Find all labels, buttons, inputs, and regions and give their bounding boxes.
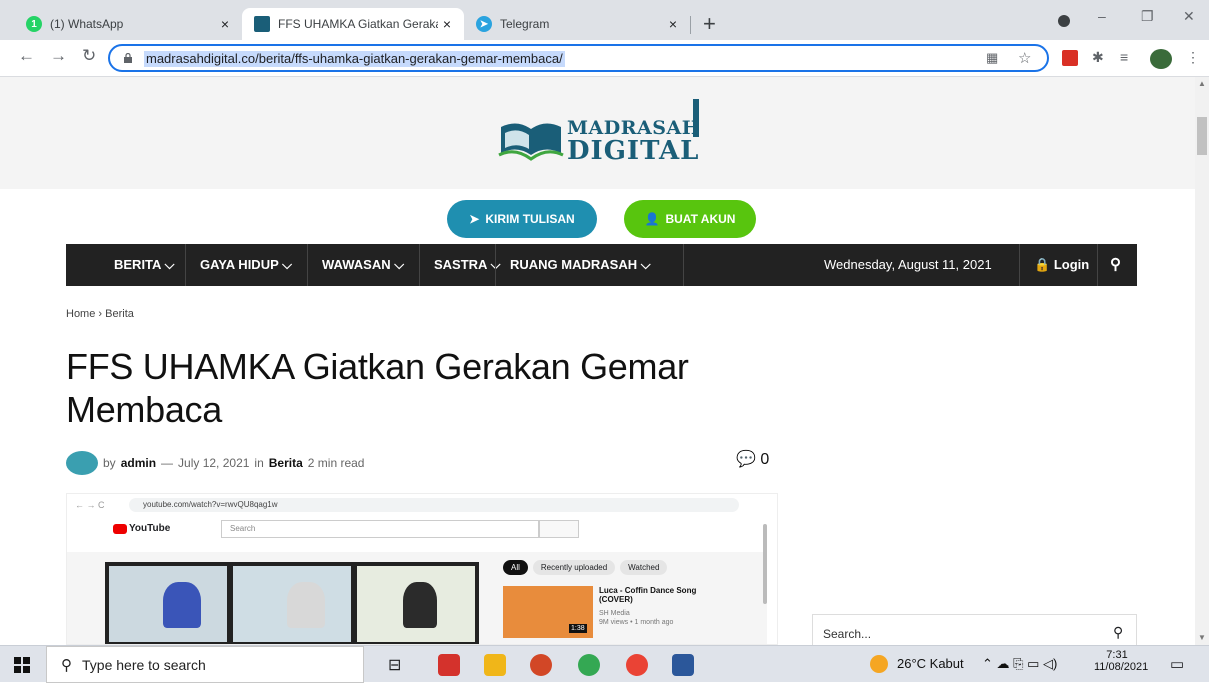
avatar[interactable] xyxy=(1150,49,1172,69)
weather-text[interactable]: 26°C Kabut xyxy=(897,656,964,671)
sidebar-search[interactable]: Search... ⚲ xyxy=(812,614,1137,645)
recommended-title: Luca - Coffin Dance Song (COVER) xyxy=(599,586,697,604)
user-plus-icon: 👤 xyxy=(644,212,660,226)
tab-separator xyxy=(690,16,691,34)
nav-item-gaya-hidup[interactable]: GAYA HIDUP ⌵ xyxy=(200,244,292,286)
bookmark-star-icon[interactable]: ☆ xyxy=(1018,49,1031,67)
nav-item-sastra[interactable]: SASTRA ⌵ xyxy=(434,244,500,286)
taskbar-search[interactable]: ⚲ Type here to search xyxy=(46,646,364,683)
lock-icon xyxy=(124,53,132,63)
current-date: Wednesday, August 11, 2021 xyxy=(824,257,992,272)
task-view-icon[interactable]: ⊟ xyxy=(388,655,401,675)
profile-icon[interactable] xyxy=(1058,15,1070,27)
category-link[interactable]: Berita xyxy=(269,456,303,470)
acrobat-icon[interactable] xyxy=(438,654,460,676)
extension-icon[interactable] xyxy=(1062,50,1078,66)
create-account-button[interactable]: 👤 BUAT AKUN xyxy=(624,200,756,238)
browser-toolbar: ← → ↻ madrasahdigital.co/berita/ffs-uham… xyxy=(0,40,1209,77)
page-scrollbar[interactable]: ▲ ▼ xyxy=(1195,77,1209,645)
site-logo[interactable]: MADRASAH DIGITAL xyxy=(497,99,709,166)
back-icon[interactable]: ← xyxy=(18,46,35,66)
word-icon[interactable] xyxy=(672,654,694,676)
breadcrumb-current[interactable]: Berita xyxy=(105,308,134,320)
address-bar[interactable]: madrasahdigital.co/berita/ffs-uhamka-gia… xyxy=(108,44,1049,72)
create-account-label: BUAT AKUN xyxy=(665,212,736,226)
close-window-button[interactable]: ✕ xyxy=(1183,8,1195,25)
article-featured-image: ← → C youtube.com/watch?v=rwvQU8qag1w Yo… xyxy=(66,493,778,645)
new-tab-button[interactable]: + xyxy=(703,10,716,38)
minaret-icon xyxy=(693,99,699,137)
paper-plane-icon: ➤ xyxy=(469,212,480,226)
comment-count[interactable]: 💬 0 xyxy=(736,449,769,469)
comment-icon: 💬 xyxy=(736,451,756,468)
article-title: FFS UHAMKA Giatkan Gerakan Gemar Membaca xyxy=(66,346,689,430)
embedded-nav-icons: ← → C xyxy=(75,500,105,510)
chrome-icon[interactable] xyxy=(578,654,600,676)
book-logo-icon xyxy=(498,123,564,161)
chrome-profile-icon[interactable] xyxy=(626,654,648,676)
system-tray-icons[interactable]: ⌃ ☁ ⎘ ▭ ◁) xyxy=(982,656,1057,672)
nav-item-ruang-madrasah[interactable]: RUANG MADRASAH ⌵ xyxy=(510,244,651,286)
search-icon[interactable]: ⚲ xyxy=(1113,624,1123,641)
tab-label: (1) WhatsApp xyxy=(50,17,124,31)
breadcrumb: Home › Berita xyxy=(66,308,134,320)
tab-whatsapp[interactable]: 1 (1) WhatsApp × xyxy=(14,8,242,40)
tab-article[interactable]: FFS UHAMKA Giatkan Gerakan G × xyxy=(242,8,464,40)
madrasah-favicon-icon xyxy=(254,16,270,32)
extensions-puzzle-icon[interactable]: ✱ xyxy=(1092,49,1104,66)
embedded-search: Search xyxy=(221,520,539,538)
nav-item-wawasan[interactable]: WAWASAN ⌵ xyxy=(322,244,404,286)
tab-label: FFS UHAMKA Giatkan Gerakan G xyxy=(278,17,438,31)
reading-list-icon[interactable]: ≡ xyxy=(1120,49,1128,65)
forward-icon[interactable]: → xyxy=(50,46,67,66)
breadcrumb-home[interactable]: Home xyxy=(66,308,95,320)
weather-icon xyxy=(870,655,888,673)
notification-icon[interactable]: ▭ xyxy=(1170,655,1184,673)
search-icon[interactable]: ⚲ xyxy=(1110,244,1121,286)
article-date: July 12, 2021 xyxy=(178,456,250,470)
close-tab-icon[interactable]: × xyxy=(664,16,682,32)
powerpoint-icon[interactable] xyxy=(530,654,552,676)
login-link[interactable]: 🔒 Login xyxy=(1034,244,1089,286)
qr-code-icon[interactable]: ▦ xyxy=(986,50,998,66)
submit-article-label: KIRIM TULISAN xyxy=(485,212,575,226)
author-avatar[interactable] xyxy=(66,451,98,475)
video-thumbnail xyxy=(105,562,479,644)
whatsapp-icon: 1 xyxy=(26,16,42,32)
youtube-icon xyxy=(113,524,127,534)
submit-article-button[interactable]: ➤ KIRIM TULISAN xyxy=(447,200,597,238)
scrollbar-thumb[interactable] xyxy=(1197,117,1207,155)
taskbar-search-input[interactable]: Type here to search xyxy=(82,657,206,673)
windows-taskbar: ⚲ Type here to search ⊟ 26°C Kabut ⌃ ☁ ⎘… xyxy=(0,645,1209,683)
file-explorer-icon[interactable] xyxy=(484,654,506,676)
search-icon: ⚲ xyxy=(61,656,72,674)
article-meta: by admin — July 12, 2021 in Berita 2 min r… xyxy=(66,451,364,475)
clock[interactable]: 7:31 11/08/2021 xyxy=(1094,649,1148,673)
web-page: MADRASAH DIGITAL ➤ KIRIM TULISAN 👤 BUAT … xyxy=(0,77,1195,645)
read-time: 2 min read xyxy=(307,456,365,470)
nav-item-berita[interactable]: BERITA ⌵ xyxy=(114,244,174,286)
url-text[interactable]: madrasahdigital.co/berita/ffs-uhamka-gia… xyxy=(144,51,565,67)
windows-start-icon[interactable] xyxy=(14,657,30,673)
main-nav: BERITA ⌵ GAYA HIDUP ⌵ WAWASAN ⌵ SASTRA ⌵… xyxy=(66,244,1137,286)
tab-telegram[interactable]: ➤ Telegram × xyxy=(464,8,690,40)
filter-chips: All Recently uploaded Watched xyxy=(503,560,668,575)
menu-icon[interactable]: ⋮ xyxy=(1186,49,1200,66)
logo-text-bottom: DIGITAL xyxy=(567,136,700,166)
close-tab-icon[interactable]: × xyxy=(438,16,456,32)
author-link[interactable]: admin xyxy=(121,456,156,470)
site-header: MADRASAH DIGITAL xyxy=(0,77,1195,189)
sidebar-search-input[interactable]: Search... xyxy=(823,627,871,641)
tab-label: Telegram xyxy=(500,17,550,31)
reload-icon[interactable]: ↻ xyxy=(82,46,96,66)
telegram-icon: ➤ xyxy=(476,16,492,32)
embedded-url: youtube.com/watch?v=rwvQU8qag1w xyxy=(129,498,739,512)
recommended-thumbnail: 1:38 xyxy=(503,586,593,638)
restore-button[interactable]: ❐ xyxy=(1141,8,1154,25)
tab-strip: 1 (1) WhatsApp × FFS UHAMKA Giatkan Gera… xyxy=(0,0,1209,40)
minimize-button[interactable]: – xyxy=(1098,8,1106,24)
close-tab-icon[interactable]: × xyxy=(216,16,234,32)
